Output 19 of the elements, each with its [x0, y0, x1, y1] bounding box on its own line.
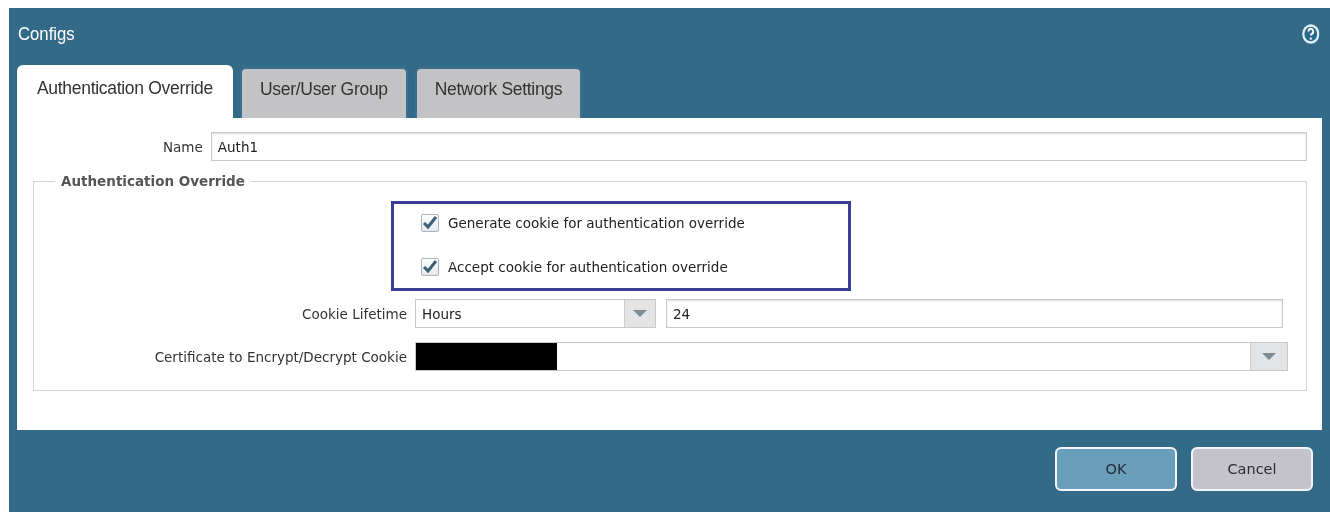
checkbox-label: Generate cookie for authentication override: [448, 215, 745, 231]
checkbox[interactable]: [421, 258, 439, 276]
cancel-button[interactable]: Cancel: [1191, 447, 1313, 491]
tab[interactable]: Authentication Override: [17, 65, 233, 118]
field-label: Name: [163, 138, 203, 155]
certificate-dropdown[interactable]: [415, 342, 1288, 371]
tab[interactable]: User/User Group: [240, 67, 408, 118]
checkbox-label: Accept cookie for authentication override: [448, 259, 728, 275]
help-icon[interactable]: [1302, 24, 1320, 44]
lifetime-field[interactable]: 24: [666, 299, 1283, 328]
field-label: Certificate to Encrypt/Decrypt Cookie: [153, 348, 407, 365]
name-field[interactable]: Auth1: [210, 132, 1307, 161]
window-title: Configs: [18, 23, 75, 45]
tab[interactable]: Network Settings: [414, 67, 583, 118]
group-title: Authentication Override: [60, 173, 246, 189]
field-label: Cookie Lifetime: [301, 305, 407, 322]
checkbox[interactable]: [421, 214, 439, 232]
ok-button[interactable]: OK: [1055, 447, 1177, 491]
unit-dropdown[interactable]: Hours: [415, 299, 656, 328]
